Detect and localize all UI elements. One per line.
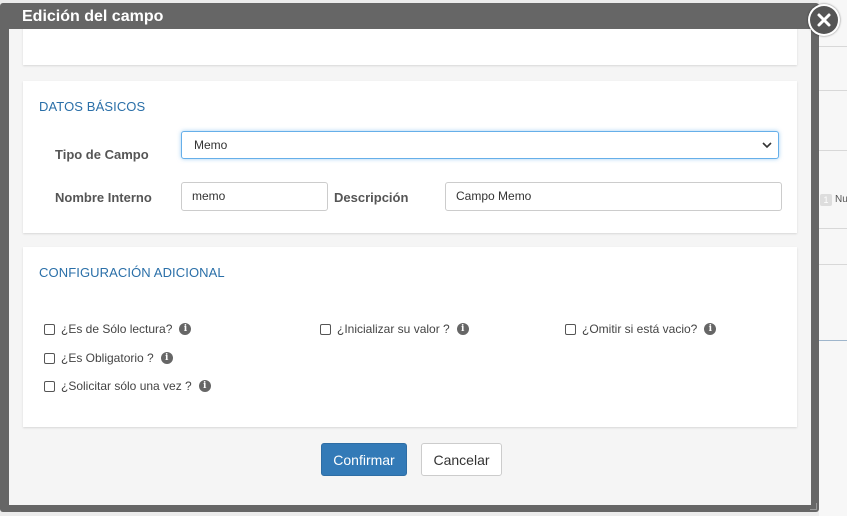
background-divider [819,46,847,47]
readonly-label: ¿Es de Sólo lectura? [61,322,173,336]
description-label: Descripción [334,190,409,205]
required-checkbox[interactable] [44,352,55,364]
omit-empty-label: ¿Omitir si está vacio? [582,322,698,336]
initialize-checkbox[interactable] [320,323,331,335]
description-input[interactable]: Campo Memo [445,182,782,211]
basic-data-panel: DATOS BÁSICOS Tipo de Campo Memo Nombre … [23,81,797,233]
internal-name-label: Nombre Interno [55,190,152,205]
close-button[interactable] [808,4,840,36]
background-accent-line [819,340,847,341]
dialog-body: DATOS BÁSICOS Tipo de Campo Memo Nombre … [9,29,811,505]
omit-empty-checkbox[interactable] [565,323,576,335]
confirm-button[interactable]: Confirmar [321,443,407,476]
readonly-option[interactable]: ¿Es de Sólo lectura? i [44,322,192,336]
dialog-title: Edición del campo [22,8,164,25]
basic-section-title: DATOS BÁSICOS [39,99,146,114]
info-icon[interactable]: i [198,380,211,392]
chevron-down-icon [762,132,772,169]
config-section-title: CONFIGURACIÓN ADICIONAL [39,265,225,280]
info-icon[interactable]: i [704,323,717,335]
required-option[interactable]: ¿Es Obligatorio ? i [44,351,173,365]
initialize-label: ¿Inicializar su valor ? [337,322,450,336]
field-type-select[interactable]: Memo [181,131,779,159]
internal-name-input[interactable]: memo [181,182,328,211]
background-divider [819,90,847,91]
background-divider [819,264,847,265]
info-icon[interactable]: i [456,323,469,335]
resize-handle-icon[interactable] [810,503,817,510]
close-icon [810,6,838,34]
required-label: ¿Es Obligatorio ? [61,351,154,365]
omit-empty-option[interactable]: ¿Omitir si está vacio? i [565,322,717,336]
cancel-button[interactable]: Cancelar [421,443,502,476]
initialize-option[interactable]: ¿Inicializar su valor ? i [320,322,469,336]
readonly-checkbox[interactable] [44,323,55,335]
info-icon[interactable]: i [160,352,173,364]
field-type-value: Memo [194,138,228,152]
background-side-panel [819,0,847,516]
background-badge: 1 [820,194,832,206]
info-icon[interactable]: i [179,323,192,335]
ask-once-checkbox[interactable] [44,380,55,392]
background-text: Nu [835,194,847,205]
additional-config-panel: CONFIGURACIÓN ADICIONAL ¿Es de Sólo lect… [23,247,797,427]
field-type-label: Tipo de Campo [55,147,149,162]
top-panel [23,29,797,65]
ask-once-label: ¿Solicitar sólo una vez ? [61,379,192,393]
background-divider [819,228,847,229]
background-divider [819,150,847,151]
ask-once-option[interactable]: ¿Solicitar sólo una vez ? i [44,379,211,393]
field-edit-dialog: Edición del campo DATOS BÁSICOS Tipo de … [0,3,819,512]
